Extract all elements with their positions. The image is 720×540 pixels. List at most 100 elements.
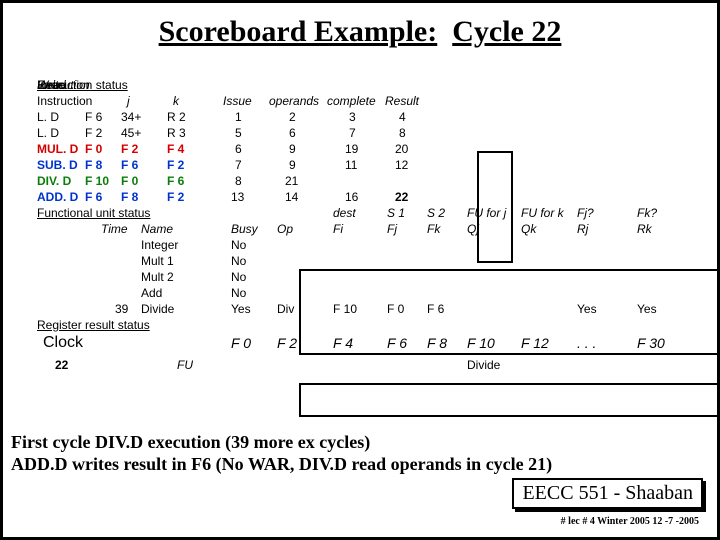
r1-d: F 2 [85,125,102,141]
fu4-n: Divide [141,301,174,317]
r2-wr: 20 [395,141,408,157]
highlight-box-cycle22 [477,151,513,263]
r3-d: F 8 [85,157,102,173]
fu3-n: Add [141,285,162,301]
hdr-issue: Issue [223,93,252,109]
r0-j: 34+ [121,109,141,125]
hdr-k: k [173,93,179,109]
hdr-rk: Rk [637,221,652,237]
fu0-n: Integer [141,237,178,253]
fu2-n: Mult 2 [141,269,174,285]
fu4-t: 39 [115,301,128,317]
r5-wr: 22 [395,189,408,205]
hdr-op: Op [277,221,293,237]
reg-f0: F 0 [231,335,251,351]
note-line-2: ADD.D writes result in F6 (No WAR, DIV.D… [11,453,552,475]
fu3-b: No [231,285,246,301]
r0-k: R 2 [167,109,186,125]
r3-k: F 2 [167,157,184,173]
r1-j: 45+ [121,125,141,141]
title-part-b: Cycle 22 [452,15,561,48]
fu1-n: Mult 1 [141,253,174,269]
hdr-rj: Rj [577,221,588,237]
r1-rd: 6 [289,125,296,141]
hdr-s1: S 1 [387,205,405,221]
r5-ex: 16 [345,189,358,205]
r2-k: F 4 [167,141,184,157]
fu0-b: No [231,237,246,253]
r3-rd: 9 [289,157,296,173]
highlight-box-reg [299,383,720,417]
r1-is: 5 [235,125,242,141]
hdr-fu-status: Functional unit status [37,205,150,221]
r0-is: 1 [235,109,242,125]
clock-val: 22 [55,357,68,373]
r4-rd: 21 [285,173,298,189]
hdr-fkq: Fk? [637,205,657,221]
r4-d: F 10 [85,173,109,189]
r0-ex: 3 [349,109,356,125]
r4-j: F 0 [121,173,138,189]
hdr-qk: Qk [521,221,536,237]
r4-k: F 6 [167,173,184,189]
slide-notes: First cycle DIV.D execution (39 more ex … [11,431,552,475]
fu1-b: No [231,253,246,269]
hdr-j: j [127,93,130,109]
hdr-fjq: Fj? [577,205,594,221]
r0-wr: 4 [399,109,406,125]
r3-ex: 11 [345,157,357,173]
footer-course: EECC 551 - Shaaban [512,478,703,509]
r2-j: F 2 [121,141,138,157]
r2-d: F 0 [85,141,102,157]
r5-rd: 14 [285,189,298,205]
r0-d: F 6 [85,109,102,125]
reg-f2: F 2 [277,335,297,351]
r0-op: L. D [37,109,59,125]
r2-is: 6 [235,141,242,157]
fu-label: FU [177,357,193,373]
hdr-write: Write [37,77,65,93]
hdr-s2: S 2 [427,205,445,221]
r2-ex: 19 [345,141,358,157]
r3-op: SUB. D [37,157,78,173]
r1-op: L. D [37,125,59,141]
footer-meta: # lec # 4 Winter 2005 12 -7 -2005 [561,516,699,527]
r3-is: 7 [235,157,242,173]
r5-is: 13 [231,189,244,205]
r4-is: 8 [235,173,242,189]
hdr-fk: Fk [427,221,440,237]
hdr-fj: Fj [387,221,397,237]
fu4-op: Div [277,301,294,317]
r2-rd: 9 [289,141,296,157]
r3-wr: 12 [395,157,408,173]
r2-op: MUL. D [37,141,78,157]
hdr-dest: dest [333,205,356,221]
r5-j: F 8 [121,189,138,205]
hdr-complete: complete [327,93,376,109]
hdr-name: Name [141,221,173,237]
r0-rd: 2 [289,109,296,125]
fu4-b: Yes [231,301,251,317]
hdr-operands: operands [269,93,319,109]
r5-d: F 6 [85,189,102,205]
slide-title: Scoreboard Example: Cycle 22 [3,3,717,49]
hdr-fuk: FU for k [521,205,564,221]
r5-k: F 2 [167,189,184,205]
note-line-1: First cycle DIV.D execution (39 more ex … [11,431,552,453]
title-part-a: Scoreboard Example: [159,15,438,48]
hdr-instr: Instruction [37,93,92,109]
hdr-fi: Fi [333,221,343,237]
r1-wr: 8 [399,125,406,141]
r5-op: ADD. D [37,189,78,205]
hdr-result: Result [385,93,419,109]
reg-fu-f10: Divide [467,357,500,373]
clock-label: Clock [43,335,83,351]
r1-ex: 7 [349,125,356,141]
hdr-reg-status: Register result status [37,317,150,333]
hdr-time: Time [101,221,128,237]
r1-k: R 3 [167,125,186,141]
highlight-box-fu [299,269,720,355]
r3-j: F 6 [121,157,138,173]
fu2-b: No [231,269,246,285]
r4-op: DIV. D [37,173,71,189]
